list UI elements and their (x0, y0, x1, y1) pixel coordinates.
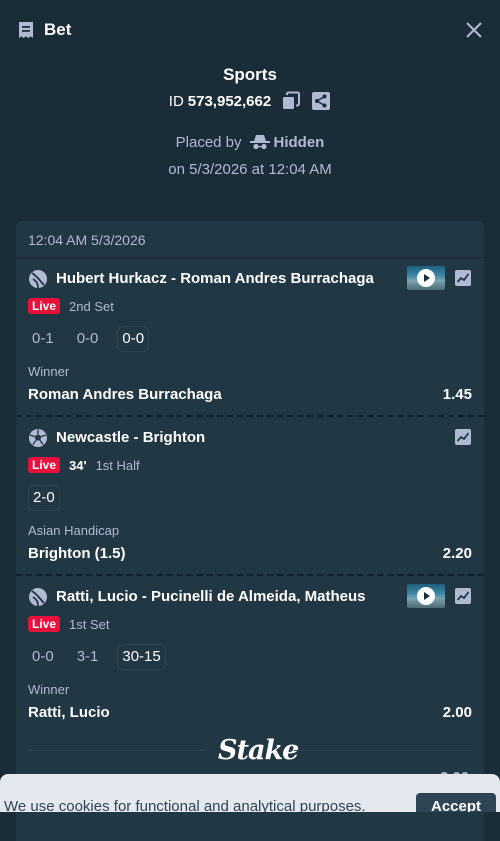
footer-divider (294, 750, 472, 751)
outcome-name: Brighton (1.5) (28, 545, 126, 562)
copy-icon[interactable] (281, 91, 301, 111)
match-title[interactable]: Newcastle - Brighton (56, 429, 205, 447)
match-period: 1st Half (95, 457, 140, 473)
market-name: Asian Handicap (28, 523, 120, 538)
incognito-icon (249, 135, 270, 150)
share-icon[interactable] (311, 91, 331, 111)
live-badge: Live (28, 298, 61, 314)
match-period: 1st Set (69, 616, 110, 632)
odds-value: 2.00 (442, 704, 472, 721)
tennis-icon (29, 588, 47, 607)
bet-type: Sports (223, 65, 277, 84)
modal-header: Bet (0, 0, 500, 60)
bet-leg: Newcastle - Brighton Live 34' 1st Half 2… (16, 418, 484, 576)
odds-value: 2.20 (442, 545, 472, 562)
placed-by-label: Placed by (175, 133, 242, 151)
live-stream-button[interactable] (407, 266, 445, 290)
placed-on-datetime: on 5/3/2026 at 12:04 AM (168, 161, 332, 178)
stats-icon[interactable] (454, 587, 472, 605)
bet-leg: Hubert Hurkacz - Roman Andres Burrachaga… (16, 259, 484, 417)
stats-icon[interactable] (454, 428, 472, 446)
current-score: 0-0 (117, 326, 150, 352)
scoreboard: 2-0 (28, 485, 60, 511)
leg-divider (16, 574, 484, 576)
scoreboard: 0-1 0-0 0-0 (28, 326, 150, 352)
live-status: Live 2nd Set (28, 297, 114, 315)
stake-logo: Stake (218, 735, 299, 766)
live-status: Live 1st Set (28, 615, 109, 633)
bet-details-card: 12:04 AM 5/3/2026 Hubert Hurkacz - Roman… (16, 221, 484, 841)
soccer-icon (29, 429, 47, 447)
tennis-icon (29, 270, 47, 289)
close-icon[interactable] (464, 20, 484, 40)
cookie-banner: We use cookies for functional and analyt… (0, 774, 500, 812)
bet-leg: Ratti, Lucio - Pucinelli de Almeida, Mat… (16, 577, 484, 735)
outcome-name: Ratti, Lucio (28, 704, 110, 721)
live-status: Live 34' 1st Half (28, 456, 140, 474)
set-score: 0-0 (76, 330, 99, 347)
match-title[interactable]: Ratti, Lucio - Pucinelli de Almeida, Mat… (56, 588, 366, 606)
accept-cookies-button[interactable]: Accept (416, 793, 496, 812)
bet-id-value: 573,952,662 (187, 92, 272, 110)
footer-divider (28, 750, 206, 751)
play-icon (417, 269, 435, 287)
bet-id-row: ID 573,952,662 (0, 90, 500, 112)
market-name: Winner (28, 364, 70, 379)
match-minute: 34' (69, 457, 87, 473)
current-score: 30-15 (117, 644, 166, 670)
brand-footer: Stake (16, 735, 484, 767)
live-badge: Live (28, 616, 61, 632)
outcome-name: Roman Andres Burrachaga (28, 386, 222, 403)
bet-id-label: ID (168, 92, 184, 110)
modal-title: Bet (44, 20, 72, 39)
match-title[interactable]: Hubert Hurkacz - Roman Andres Burrachaga (56, 270, 374, 288)
odds-value: 1.45 (442, 386, 472, 403)
card-date: 12:04 AM 5/3/2026 (28, 232, 146, 248)
match-period: 2nd Set (69, 298, 114, 314)
set-score: 3-1 (76, 648, 99, 665)
current-score: 2-0 (28, 485, 60, 511)
stats-icon[interactable] (454, 269, 472, 287)
set-score: 0-0 (32, 648, 54, 665)
cookie-text: We use cookies for functional and analyt… (4, 798, 366, 812)
placed-by-user: Hidden (273, 133, 325, 151)
play-icon (417, 587, 435, 605)
leg-divider (16, 415, 484, 417)
scoreboard: 0-0 3-1 30-15 (28, 644, 166, 670)
live-badge: Live (28, 457, 61, 473)
bet-slip-icon (19, 22, 33, 38)
market-name: Winner (28, 682, 70, 697)
placed-by-row: Placed by Hidden (0, 131, 500, 153)
live-stream-button[interactable] (407, 584, 445, 608)
set-score: 0-1 (32, 330, 54, 347)
